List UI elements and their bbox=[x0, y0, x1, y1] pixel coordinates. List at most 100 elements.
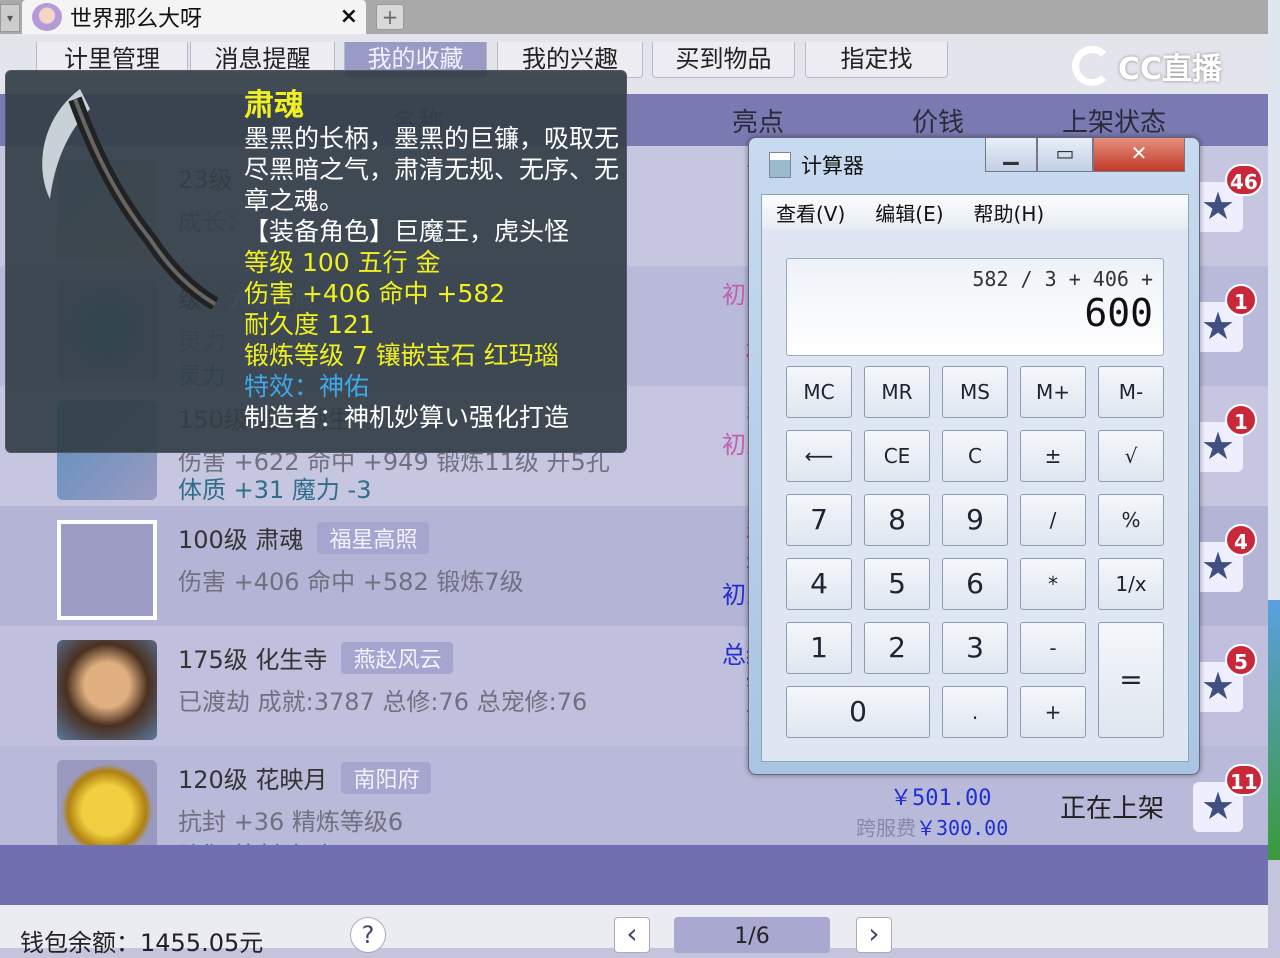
key-subtract[interactable]: - bbox=[1020, 622, 1086, 674]
new-tab-button[interactable]: + bbox=[376, 4, 404, 30]
key-5[interactable]: 5 bbox=[864, 558, 930, 610]
item-thumbnail[interactable] bbox=[57, 760, 157, 845]
item-level-name: 175级 化生寺 bbox=[178, 646, 328, 674]
watermark-text: CC直播 bbox=[1118, 52, 1223, 87]
browser-tab[interactable]: 世界那么大呀 × bbox=[22, 0, 366, 34]
server-tag: 南阳府 bbox=[341, 761, 432, 794]
key-m-minus[interactable]: M- bbox=[1098, 366, 1164, 418]
key-equals[interactable]: = bbox=[1098, 622, 1164, 738]
key-2[interactable]: 2 bbox=[864, 622, 930, 674]
server-tag: 燕赵风云 bbox=[341, 641, 454, 674]
fee-label: 跨服费 bbox=[856, 816, 916, 840]
calculator-result: 600 bbox=[1084, 291, 1153, 335]
key-reciprocal[interactable]: 1/x bbox=[1098, 558, 1164, 610]
desktop-wallpaper bbox=[1268, 600, 1280, 860]
item-tooltip: 肃魂 墨黑的长柄，墨黑的巨镰，吸取无尽黑暗之气，肃清无规、无序、无章之魂。 【装… bbox=[5, 70, 627, 453]
favorite-count-badge: 1 bbox=[1225, 284, 1257, 316]
tooltip-durability: 耐久度 121 bbox=[244, 310, 375, 339]
table-bottom-bar bbox=[0, 845, 1268, 905]
key-4[interactable]: 4 bbox=[786, 558, 852, 610]
key-ms[interactable]: MS bbox=[942, 366, 1008, 418]
close-tab-icon[interactable]: × bbox=[340, 4, 358, 29]
watermark-logo: CC直播 bbox=[1072, 44, 1222, 88]
item-level-name: 100级 肃魂 bbox=[178, 526, 304, 554]
item-stats: 已渡劫 成就:3787 总修:76 总宠修:76 bbox=[178, 688, 588, 716]
calculator-icon bbox=[769, 152, 791, 178]
tooltip-item-name: 肃魂 bbox=[244, 88, 304, 123]
column-price: 价钱 bbox=[912, 108, 965, 138]
favorite-count-badge: 46 bbox=[1225, 164, 1263, 196]
key-decimal[interactable]: . bbox=[942, 686, 1008, 738]
key-m-plus[interactable]: M+ bbox=[1020, 366, 1086, 418]
server-tag: 福星高照 bbox=[317, 521, 430, 554]
key-plus-minus[interactable]: ± bbox=[1020, 430, 1086, 482]
key-percent[interactable]: % bbox=[1098, 494, 1164, 546]
item-thumbnail[interactable] bbox=[57, 520, 157, 620]
key-sqrt[interactable]: √ bbox=[1098, 430, 1164, 482]
calculator-expression: 582 / 3 + 406 + bbox=[972, 267, 1153, 291]
tooltip-attack: 伤害 +406 命中 +582 bbox=[244, 279, 506, 308]
item-title: 100级 肃魂 福星高照 bbox=[178, 520, 430, 555]
favorite-count-badge: 4 bbox=[1225, 524, 1257, 556]
cc-logo-icon bbox=[1072, 46, 1112, 86]
key-7[interactable]: 7 bbox=[786, 494, 852, 546]
favorite-count-badge: 1 bbox=[1225, 404, 1257, 436]
column-status: 上架状态 bbox=[1062, 108, 1167, 138]
tooltip-description: 墨黑的长柄，墨黑的巨镰，吸取无尽黑暗之气，肃清无规、无序、无章之魂。 bbox=[244, 124, 620, 215]
column-highlights: 亮点 bbox=[732, 108, 785, 138]
menu-help[interactable]: 帮助(H) bbox=[974, 198, 1045, 227]
close-button[interactable]: ✕ bbox=[1093, 138, 1185, 172]
minimize-button[interactable]: ▁ bbox=[985, 138, 1037, 172]
calculator-body: 查看(V) 编辑(E) 帮助(H) 582 / 3 + 406 + 600 MC… bbox=[761, 194, 1189, 762]
tab-dropdown-button[interactable]: ▾ bbox=[0, 4, 20, 32]
maximize-button[interactable]: ▭ bbox=[1037, 138, 1093, 172]
calculator-window[interactable]: 计算器 ▁ ▭ ✕ 查看(V) 编辑(E) 帮助(H) 582 / 3 + 40… bbox=[748, 137, 1200, 775]
key-ce[interactable]: CE bbox=[864, 430, 930, 482]
menu-edit[interactable]: 编辑(E) bbox=[875, 198, 943, 227]
tooltip-effect: 特效：神佑 bbox=[244, 372, 370, 401]
cross-server-fee: 跨服费￥300.00 bbox=[856, 812, 1008, 841]
calculator-menu: 查看(V) 编辑(E) 帮助(H) bbox=[762, 195, 1188, 229]
key-3[interactable]: 3 bbox=[942, 622, 1008, 674]
key-6[interactable]: 6 bbox=[942, 558, 1008, 610]
nav-designated-find[interactable]: 指定找 bbox=[805, 42, 948, 78]
wallet-balance: 钱包余额：1455.05元 bbox=[20, 929, 264, 957]
key-8[interactable]: 8 bbox=[864, 494, 930, 546]
key-multiply[interactable]: * bbox=[1020, 558, 1086, 610]
favorite-count-badge: 5 bbox=[1225, 644, 1257, 676]
tooltip-maker: 制造者：神机妙算い强化打造 bbox=[244, 403, 570, 432]
key-9[interactable]: 9 bbox=[942, 494, 1008, 546]
key-add[interactable]: + bbox=[1020, 686, 1086, 738]
calculator-display: 582 / 3 + 406 + 600 bbox=[786, 258, 1164, 356]
calculator-title: 计算器 bbox=[801, 154, 864, 178]
item-thumbnail[interactable] bbox=[57, 640, 157, 740]
key-backspace[interactable]: ⟵ bbox=[786, 430, 852, 482]
listing-status: 正在上架 bbox=[1060, 794, 1165, 824]
key-mr[interactable]: MR bbox=[864, 366, 930, 418]
scythe-icon bbox=[42, 89, 219, 309]
key-1[interactable]: 1 bbox=[786, 622, 852, 674]
item-price: ￥501.00 bbox=[890, 786, 992, 811]
key-0[interactable]: 0 bbox=[786, 686, 930, 738]
footer: 钱包余额：1455.05元 ? ‹ 1/6 › bbox=[0, 905, 1268, 957]
calculator-titlebar[interactable]: 计算器 bbox=[769, 150, 864, 180]
item-extra-stats: 防御 抗封 气血 bbox=[178, 836, 337, 845]
key-divide[interactable]: / bbox=[1020, 494, 1086, 546]
tooltip-level: 等级 100 五行 金 bbox=[244, 248, 441, 277]
favorite-count-badge: 11 bbox=[1225, 764, 1263, 796]
item-stats: 伤害 +406 命中 +582 锻炼7级 bbox=[178, 568, 524, 596]
nav-bought-items[interactable]: 买到物品 bbox=[652, 42, 795, 78]
avatar-icon bbox=[32, 3, 62, 31]
item-title: 120级 花映月 南阳府 bbox=[178, 760, 432, 795]
tooltip-forge: 锻炼等级 7 镶嵌宝石 红玛瑙 bbox=[244, 341, 559, 370]
key-c[interactable]: C bbox=[942, 430, 1008, 482]
item-title: 175级 化生寺 燕赵风云 bbox=[178, 640, 454, 675]
desktop-edge bbox=[1268, 0, 1280, 600]
tooltip-role: 【装备角色】巨魔王，虎头怪 bbox=[244, 217, 570, 246]
menu-view[interactable]: 查看(V) bbox=[776, 198, 845, 227]
key-mc[interactable]: MC bbox=[786, 366, 852, 418]
item-level-name: 120级 花映月 bbox=[178, 766, 328, 794]
item-stats: 抗封 +36 精炼等级6 bbox=[178, 808, 404, 836]
item-extra-stats: 体质 +31 魔力 -3 bbox=[178, 476, 372, 504]
fee-value: ￥300.00 bbox=[916, 816, 1009, 840]
